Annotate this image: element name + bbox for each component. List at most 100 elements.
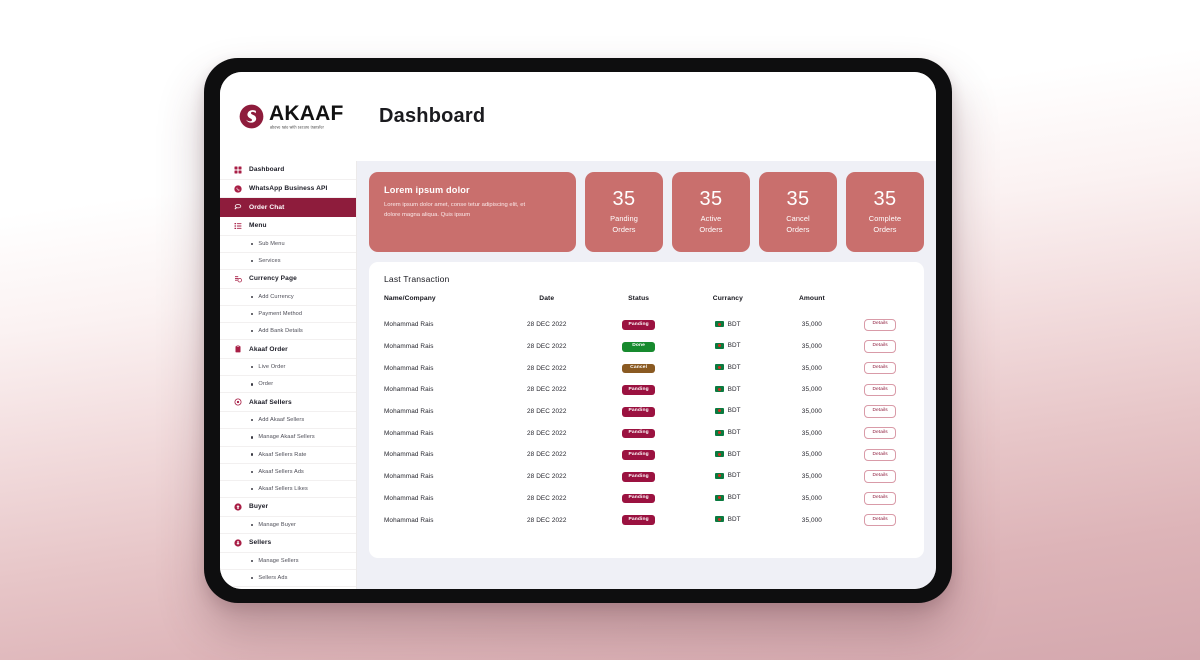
stat-card-complete[interactable]: 35 Complete Orders [846, 172, 924, 252]
sidebar-subitem-label: Sub Menu [258, 240, 285, 247]
cell-amount: 35,000 [801, 516, 822, 524]
details-button[interactable]: Details [864, 427, 896, 440]
cell-date: 28 DEC 2022 [527, 386, 567, 394]
details-button[interactable]: Details [864, 470, 896, 483]
column-header-actions [851, 295, 909, 314]
sidebar-subitem-label: Manage Sellers [258, 557, 299, 564]
sidebar-item-label: Sellers [249, 539, 272, 547]
sidebar-subitem-add-akaaf-sellers[interactable]: Add Akaaf Sellers [220, 412, 356, 430]
cell-status: Panding [594, 488, 683, 510]
details-button[interactable]: Details [864, 513, 896, 527]
cell-amount: 35,000 [801, 321, 822, 329]
details-button[interactable]: Details [864, 318, 896, 332]
cell-actions: Details [851, 509, 909, 531]
main-content: Lorem ipsum dolor Lorem ipsum dolor amet… [357, 161, 936, 589]
sidebar-item-dashboard[interactable]: Dashboard [220, 161, 356, 180]
sidebar-subitem-label: Order [258, 381, 274, 388]
sidebar-item-akaaf-sellers[interactable]: Akaaf Sellers [220, 393, 356, 413]
stat-card-label-line1: Cancel [786, 214, 810, 224]
sidebar-item-menu[interactable]: Menu [220, 217, 356, 236]
stat-card-panding[interactable]: 35 Panding Orders [585, 172, 663, 252]
sidebar-subitem-akaaf-sellers-ads[interactable]: Akaaf Sellers Ads [220, 464, 356, 481]
sidebar-item-label: Dashboard [249, 166, 285, 174]
sidebar-subitem-live-order[interactable]: Live Order [220, 359, 356, 377]
sidebar-item-currency-page[interactable]: Currency Page [220, 270, 356, 289]
status-badge: Panding [622, 515, 656, 526]
details-button[interactable]: Details [864, 405, 896, 418]
cell-name: Mohammad Rais [384, 321, 434, 329]
cell-currency: BDT [683, 336, 772, 358]
sidebar-subitem-manage-sellers[interactable]: Manage Sellers [220, 553, 356, 570]
sidebar-item-akaaf-order[interactable]: Akaaf Order [220, 340, 356, 360]
sidebar-item-label: Menu [249, 222, 267, 230]
cell-name: Mohammad Rais [384, 494, 434, 502]
table-row: Mohammad Rais 28 DEC 2022 Panding BDT 35,000… [384, 314, 909, 336]
cell-currency: BDT [683, 509, 772, 531]
sidebar-subitem-sub-menu[interactable]: Sub Menu [220, 236, 356, 253]
stat-cards-row: Lorem ipsum dolor Lorem ipsum dolor amet… [369, 172, 924, 252]
sidebar-item-order-chat[interactable]: Order Chat [220, 198, 356, 218]
sidebar-subitem-services[interactable]: Services [220, 253, 356, 271]
sidebar-subitem-akaaf-sellers-likes[interactable]: Akaaf Sellers Likes [220, 481, 356, 499]
currency-code: BDT [727, 363, 741, 371]
sidebar-item-label: Akaaf Order [249, 345, 288, 353]
sidebar-subitem-akaaf-sellers-rate[interactable]: Akaaf Sellers Rate [220, 447, 356, 464]
currency-code: BDT [727, 450, 741, 458]
cell-date: 28 DEC 2022 [527, 429, 567, 437]
sidebar-item-whatsapp-business-api[interactable]: WhatsApp Business API [220, 180, 356, 199]
bullet-icon [251, 242, 254, 246]
sidebar-subitem-manage-akaaf-sellers[interactable]: Manage Akaaf Sellers [220, 429, 356, 447]
sidebar-subitem-label: Services [258, 258, 281, 265]
clipboard-icon [234, 345, 242, 353]
sidebar-item-label: Buyer [249, 503, 269, 511]
sidebar-item-buyer[interactable]: Buyer [220, 498, 356, 517]
status-badge: Panding [622, 407, 656, 417]
brand-logo[interactable]: AKAAF above rate with secure transfer [220, 72, 357, 161]
cell-actions: Details [851, 466, 909, 488]
cell-amount: 35,000 [801, 473, 822, 481]
cell-amount: 35,000 [801, 364, 822, 372]
stat-card-active[interactable]: 35 Active Orders [672, 172, 750, 252]
details-button[interactable]: Details [864, 340, 896, 353]
brand-text-block: AKAAF above rate with secure transfer [269, 103, 344, 130]
cell-name: Mohammad Rais [384, 386, 434, 394]
cell-amount: 35,000 [801, 343, 822, 351]
column-header-name: Name/Company [384, 295, 436, 302]
sidebar-subitem-add-bank-details[interactable]: Add Bank Details [220, 323, 356, 341]
currency-code: BDT [727, 494, 741, 502]
currency-code: BDT [727, 407, 741, 415]
sidebar-item-label: Akaaf Sellers [249, 398, 292, 406]
stat-card-cancel[interactable]: 35 Cancel Orders [759, 172, 837, 252]
bullet-icon [251, 487, 254, 491]
cell-actions: Details [851, 314, 909, 336]
stat-card-value: 35 [786, 188, 810, 211]
cell-date: 28 DEC 2022 [527, 364, 567, 372]
sidebar-subitem-add-currency[interactable]: Add Currency [220, 289, 356, 306]
bangladesh-flag-icon [715, 342, 724, 349]
details-button[interactable]: Details [864, 362, 896, 375]
status-badge: Panding [622, 428, 656, 439]
stat-card-label-line2: Orders [612, 225, 636, 234]
sidebar-subitem-manage-buyer[interactable]: Manage Buyer [220, 517, 356, 534]
sidebar-subitem-payment-method[interactable]: Payment Method [220, 306, 356, 324]
cell-currency: BDT [683, 401, 772, 423]
sidebar-subitem-label: Akaaf Sellers Ads [258, 468, 304, 475]
cell-currency: BDT [683, 379, 772, 401]
sidebar-item-sellers[interactable]: Sellers [220, 534, 356, 553]
details-button[interactable]: Details [864, 492, 896, 505]
column-header-status: Status [628, 295, 650, 302]
page-title-area: Dashboard [357, 72, 936, 161]
details-button[interactable]: Details [864, 383, 896, 397]
cell-actions: Details [851, 336, 909, 358]
currency-code: BDT [727, 472, 741, 480]
cell-date: 28 DEC 2022 [527, 343, 567, 351]
cell-currency: BDT [683, 357, 772, 379]
cell-status: Panding [594, 466, 683, 488]
cell-actions: Details [851, 488, 909, 510]
sidebar-subitem-sellers-ads[interactable]: Sellers Ads [220, 570, 356, 587]
bangladesh-flag-icon [715, 494, 724, 501]
sidebar-subitem-order[interactable]: Order [220, 376, 356, 394]
status-badge: Done [622, 341, 656, 352]
details-button[interactable]: Details [864, 448, 896, 462]
status-badge: Panding [622, 385, 656, 396]
